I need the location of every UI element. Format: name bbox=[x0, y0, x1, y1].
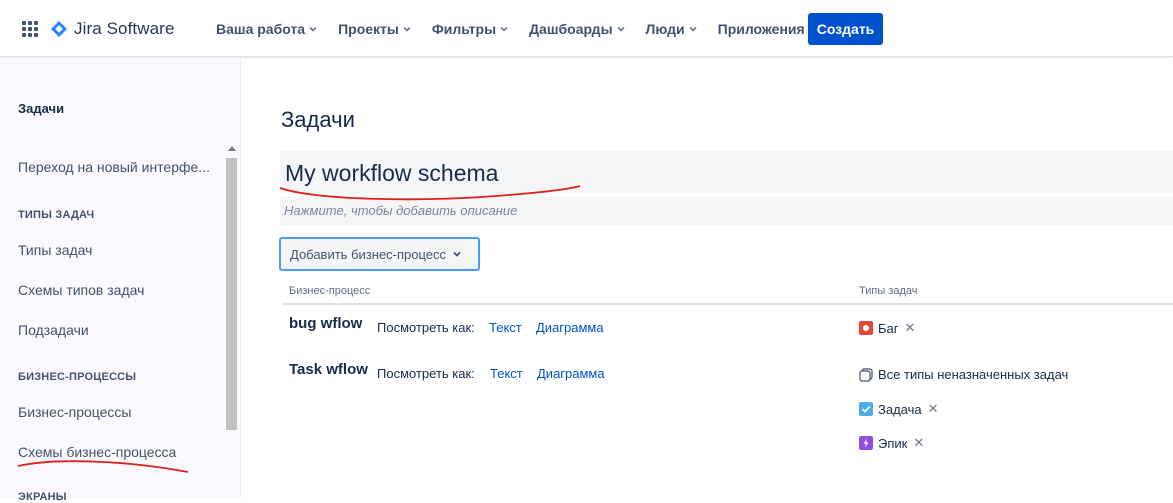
chevron-down-icon bbox=[500, 26, 508, 32]
jira-logo[interactable]: Jira Software bbox=[51, 17, 175, 41]
bug-icon bbox=[859, 321, 873, 335]
view-diagram-link[interactable]: Диаграмма bbox=[536, 320, 604, 335]
issue-type-label: Баг bbox=[878, 320, 899, 336]
scheme-name-field[interactable]: My workflow schema bbox=[280, 151, 1173, 193]
nav-label: Фильтры bbox=[431, 20, 497, 37]
nav-label: Ваша работа bbox=[216, 20, 306, 37]
remove-icon[interactable]: ✕ bbox=[928, 401, 939, 417]
issue-type-label: Эпик bbox=[878, 435, 908, 451]
workflow-name: Task wflow bbox=[289, 361, 368, 378]
sidebar-item-new-interface[interactable]: Переход на новый интерфе... bbox=[18, 159, 210, 175]
create-button[interactable]: Создать bbox=[808, 13, 883, 45]
unassigned-types-icon bbox=[859, 367, 873, 382]
issue-type-item: Задача ✕ bbox=[859, 401, 939, 417]
sidebar-section-issue-types: ТИПЫ ЗАДАЧ bbox=[18, 209, 95, 221]
workflow-name: bug wflow bbox=[289, 315, 363, 332]
nav-label: Приложения bbox=[717, 20, 805, 37]
view-as-label: Посмотреть как: bbox=[377, 366, 475, 381]
task-icon bbox=[859, 402, 873, 416]
issue-type-item: Баг ✕ bbox=[859, 320, 915, 336]
sidebar-section-workflows: БИЗНЕС-ПРОЦЕССЫ bbox=[18, 371, 137, 383]
issue-type-item: Эпик ✕ bbox=[859, 435, 924, 451]
chevron-down-icon bbox=[309, 26, 317, 32]
view-as-label: Посмотреть как: bbox=[377, 320, 475, 335]
epic-icon bbox=[859, 436, 873, 450]
chevron-down-icon bbox=[616, 26, 625, 32]
sidebar-item-workflows[interactable]: Бизнес-процессы bbox=[18, 404, 131, 420]
chevron-down-icon bbox=[403, 26, 411, 32]
scheme-description-field[interactable]: Нажмите, чтобы добавить описание bbox=[280, 197, 1173, 225]
add-workflow-label: Добавить бизнес-процесс bbox=[290, 246, 446, 262]
top-navigation: Jira Software Ваша работа Проекты Фильтр… bbox=[0, 0, 1173, 57]
page-title: Задачи bbox=[281, 107, 355, 132]
chevron-down-icon bbox=[453, 251, 461, 257]
nav-people[interactable]: Люди bbox=[646, 21, 698, 37]
nav-label: Люди bbox=[645, 20, 685, 37]
sidebar-item-workflow-schemes[interactable]: Схемы бизнес-процесса bbox=[18, 444, 176, 460]
nav-apps[interactable]: Приложения bbox=[718, 21, 818, 37]
nav-label: Проекты bbox=[338, 20, 399, 37]
sidebar-item-subtasks[interactable]: Подзадачи bbox=[18, 322, 89, 338]
add-workflow-button[interactable]: Добавить бизнес-процесс bbox=[279, 237, 480, 271]
app-switcher-icon[interactable] bbox=[22, 21, 38, 37]
nav-dashboards[interactable]: Дашбоарды bbox=[529, 21, 625, 37]
issue-type-item: Все типы неназначенных задач bbox=[859, 367, 1068, 382]
nav-label: Дашбоарды bbox=[529, 20, 613, 37]
app-name: Jira Software bbox=[74, 19, 175, 38]
sidebar-title: Задачи bbox=[18, 101, 65, 116]
jira-logo-icon bbox=[51, 21, 67, 37]
admin-sidebar: Задачи Переход на новый интерфе... ТИПЫ … bbox=[0, 58, 241, 503]
remove-icon[interactable]: ✕ bbox=[905, 320, 916, 336]
column-header-issue-types: Типы задач bbox=[859, 285, 918, 297]
column-header-workflow: Бизнес-процесс bbox=[289, 285, 371, 297]
nav-your-work[interactable]: Ваша работа bbox=[216, 21, 318, 37]
scroll-up-arrow-icon[interactable] bbox=[228, 146, 236, 151]
issue-type-label: Все типы неназначенных задач bbox=[878, 367, 1069, 382]
table-header-divider bbox=[282, 303, 1173, 305]
scrollbar-thumb[interactable] bbox=[226, 158, 237, 430]
nav-filters[interactable]: Фильтры bbox=[432, 21, 509, 37]
issue-type-label: Задача bbox=[878, 401, 922, 417]
main-nav: Ваша работа Проекты Фильтры Дашбоарды Лю… bbox=[216, 0, 838, 57]
nav-projects[interactable]: Проекты bbox=[338, 21, 412, 37]
sidebar-item-issue-type-schemes[interactable]: Схемы типов задач bbox=[18, 282, 144, 298]
sidebar-scrollbar[interactable] bbox=[225, 146, 239, 498]
view-text-link[interactable]: Текст bbox=[490, 366, 523, 381]
sidebar-item-issue-types[interactable]: Типы задач bbox=[18, 242, 92, 258]
view-diagram-link[interactable]: Диаграмма bbox=[537, 366, 605, 381]
view-text-link[interactable]: Текст bbox=[489, 320, 522, 335]
chevron-down-icon bbox=[689, 26, 697, 32]
sidebar-section-screens: ЭКРАНЫ bbox=[18, 491, 67, 503]
remove-icon[interactable]: ✕ bbox=[913, 435, 924, 451]
